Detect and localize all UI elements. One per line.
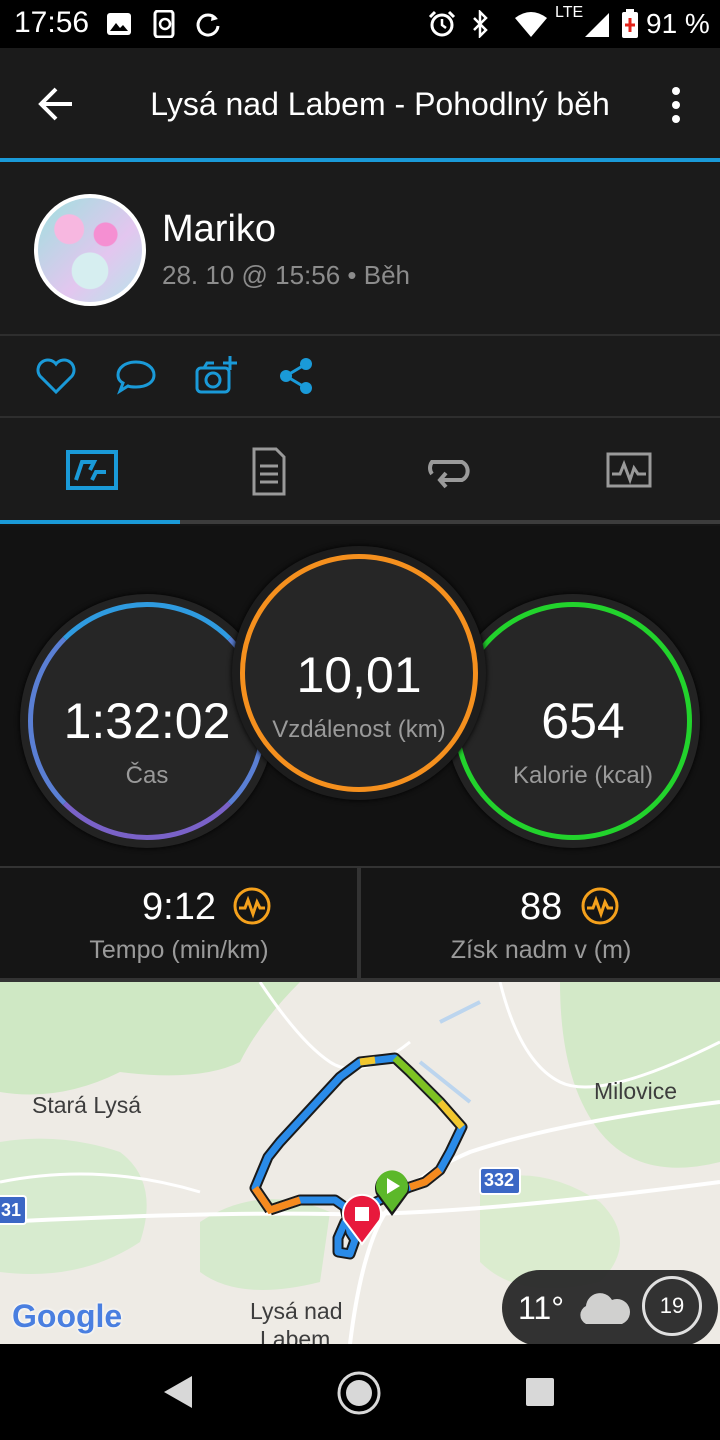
nav-home-icon[interactable] [336, 1370, 382, 1416]
app-bar: Lysá nad Labem - Pohodlný běh [0, 48, 720, 160]
pace-label: Tempo (min/km) [89, 936, 269, 964]
wind-speed: 19 [659, 1293, 685, 1318]
system-nav-bar [0, 1344, 720, 1440]
gallery-icon [107, 13, 131, 35]
wifi-icon [515, 12, 547, 37]
nav-back-icon[interactable] [160, 1374, 196, 1410]
like-heart-icon[interactable] [34, 354, 78, 398]
share-icon[interactable] [274, 354, 318, 398]
nav-recents-icon[interactable] [524, 1376, 556, 1408]
calories-label: Kalorie (kcal) [512, 762, 654, 789]
tab-charts-icon[interactable] [598, 446, 658, 496]
map-label-stara-lysa: Stará Lysá [32, 1092, 142, 1118]
elevation-label: Získ nadm v (m) [450, 936, 632, 964]
calories-value: 654 [541, 693, 625, 749]
status-time: 17:56 [14, 6, 90, 39]
action-row [0, 336, 720, 418]
tab-stats-icon[interactable] [238, 446, 298, 496]
profile-header: Mariko 28. 10 @ 15:56 • Běh [0, 162, 720, 336]
pace-badge-icon [233, 887, 271, 925]
tab-overview-icon[interactable] [62, 446, 122, 496]
map-label-lysa-line2: Labem [260, 1326, 331, 1344]
elevation-value: 88 [520, 886, 563, 928]
network-type-label: LTE [555, 4, 584, 21]
alarm-icon [428, 10, 456, 37]
user-name[interactable]: Mariko [162, 208, 276, 251]
distance-label: Vzdálenost (km) [272, 716, 446, 743]
road-shield-31: 31 [1, 1200, 22, 1220]
map-label-milovice: Milovice [594, 1078, 678, 1104]
comment-icon[interactable] [114, 354, 158, 398]
sub-stats-row: 9:12 Tempo (min/km) 88 Získ nadm v (m) [0, 866, 720, 982]
activity-meta: 28. 10 @ 15:56 • Běh [162, 260, 411, 290]
wind-gauge: 19 [642, 1276, 702, 1336]
activity-title: Lysá nad Labem - Pohodlný běh [150, 86, 610, 122]
cell-signal-icon [585, 13, 609, 37]
distance-value: 10,01 [296, 647, 422, 703]
tab-bar [0, 418, 720, 524]
add-photo-icon[interactable] [194, 354, 238, 398]
sub-stats-divider [357, 868, 361, 978]
road-shield-332: 332 [484, 1170, 515, 1190]
stats-panel: 1:32:02 Čas 654 Kalorie (kcal) 10,01 Vzd… [0, 526, 720, 866]
weather-widget[interactable]: 11° 19 [502, 1270, 718, 1344]
weather-temperature: 11° [518, 1290, 565, 1326]
time-label: Čas [125, 762, 169, 789]
distance-stat: 10,01 Vzdálenost (km) [232, 546, 486, 800]
battery-icon [622, 9, 638, 38]
battery-percent: 91 % [646, 8, 710, 39]
tab-laps-icon[interactable] [418, 446, 478, 496]
route-map[interactable]: Stará Lysá Milovice Lysá nad Labem 332 3… [0, 982, 720, 1344]
avatar[interactable] [34, 194, 146, 306]
map-label-lysa-line1: Lysá nad [250, 1298, 343, 1324]
tab-selected-indicator [0, 520, 180, 524]
back-arrow-icon[interactable] [36, 86, 76, 122]
elevation-badge-icon [581, 887, 619, 925]
phone-sync-icon [153, 10, 175, 38]
google-logo: Google [12, 1298, 123, 1334]
more-options-icon[interactable] [666, 86, 686, 124]
pace-value: 9:12 [142, 886, 216, 928]
bluetooth-icon [473, 10, 488, 38]
status-bar: 17:56 LTE 91 % [0, 0, 720, 48]
sync-icon [196, 13, 220, 37]
cloud-icon [580, 1293, 630, 1324]
